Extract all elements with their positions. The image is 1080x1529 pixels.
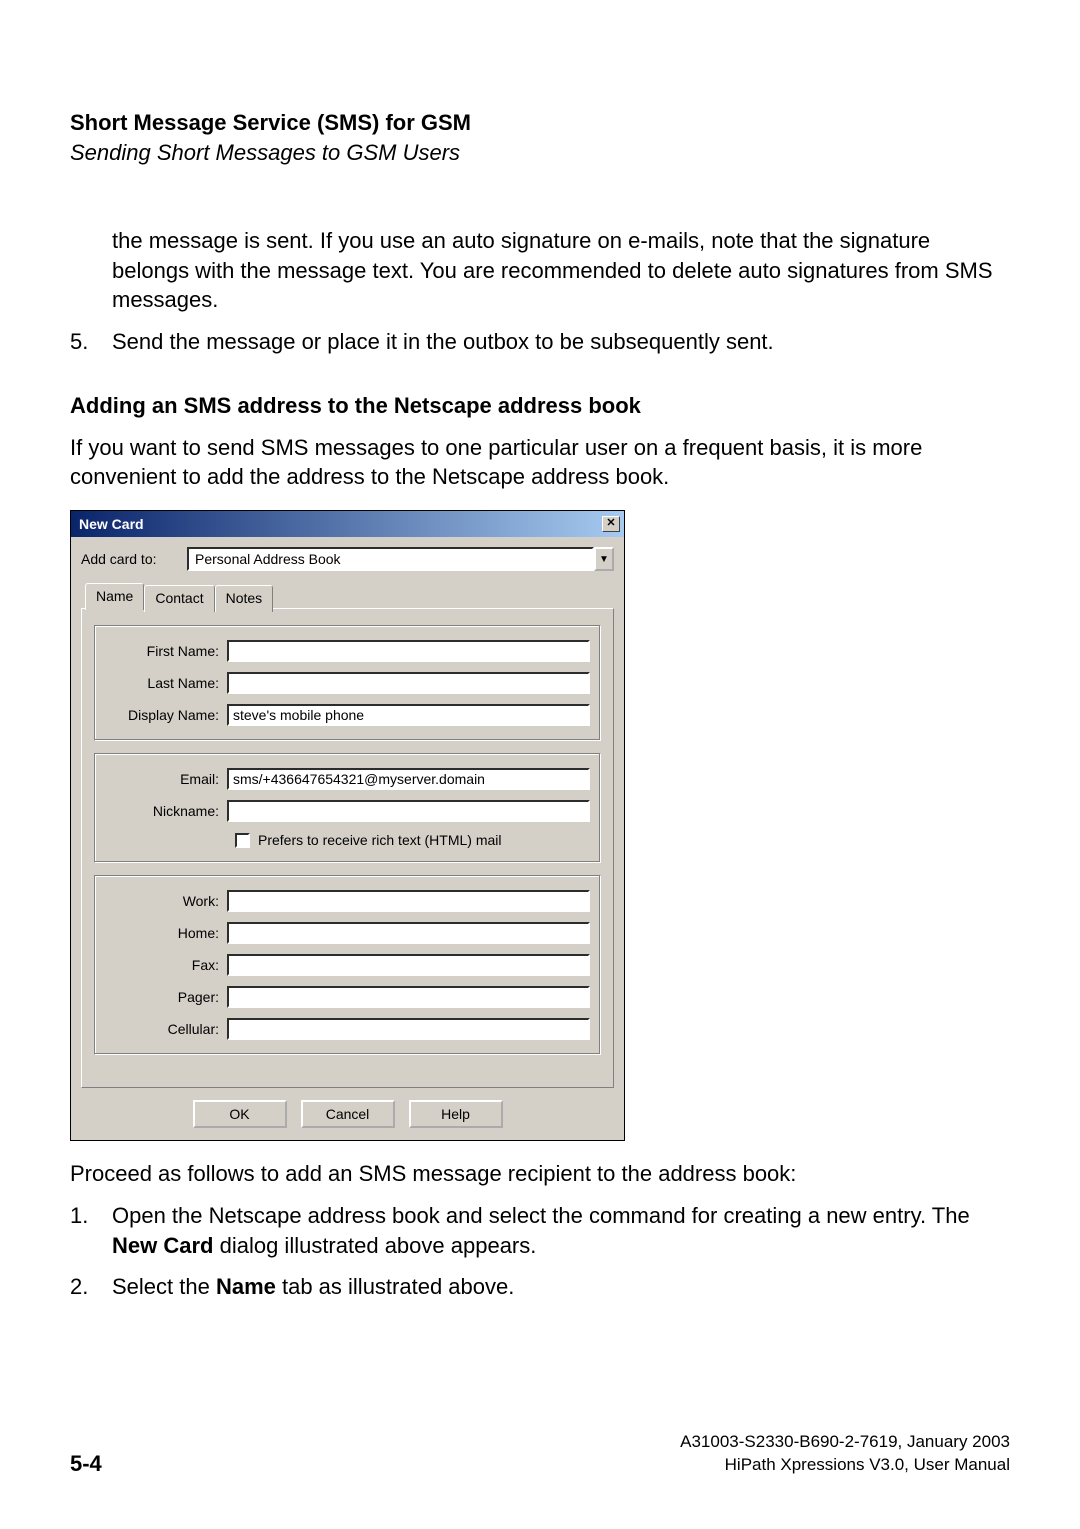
doc-section-title: Short Message Service (SMS) for GSM (70, 110, 1010, 136)
footer-meta: A31003-S2330-B690-2-7619, January 2003 H… (680, 1431, 1010, 1477)
fax-input[interactable] (227, 954, 590, 976)
ok-button[interactable]: OK (193, 1100, 287, 1128)
chevron-down-icon: ▼ (599, 554, 609, 565)
dialog-title: New Card (79, 516, 144, 532)
step-2-c: tab as illustrated above. (276, 1274, 514, 1299)
cellular-label: Cellular: (105, 1021, 227, 1037)
home-label: Home: (105, 925, 227, 941)
step-1-text: Open the Netscape address book and selec… (112, 1201, 1010, 1260)
step-1-c: dialog illustrated above appears. (213, 1233, 536, 1258)
proceed-text: Proceed as follows to add an SMS message… (70, 1159, 1010, 1189)
new-card-dialog: New Card ✕ Add card to: Personal Address… (70, 510, 625, 1141)
pager-label: Pager: (105, 989, 227, 1005)
add-card-to-label: Add card to: (81, 551, 187, 567)
intro-paragraph: the message is sent. If you use an auto … (112, 226, 1010, 315)
page-number: 5-4 (70, 1451, 102, 1477)
step-number-5: 5. (70, 327, 112, 357)
step-1-a: Open the Netscape address book and selec… (112, 1203, 970, 1228)
add-card-to-value: Personal Address Book (187, 547, 594, 571)
step-1-bold: New Card (112, 1233, 213, 1258)
display-name-label: Display Name: (105, 707, 227, 723)
fax-label: Fax: (105, 957, 227, 973)
home-input[interactable] (227, 922, 590, 944)
first-name-label: First Name: (105, 643, 227, 659)
display-name-input[interactable]: steve's mobile phone (227, 704, 590, 726)
step-2-text: Select the Name tab as illustrated above… (112, 1272, 1010, 1302)
pager-input[interactable] (227, 986, 590, 1008)
first-name-input[interactable] (227, 640, 590, 662)
close-icon: ✕ (606, 517, 615, 529)
email-input[interactable]: sms/+436647654321@myserver.domain (227, 768, 590, 790)
phones-fieldset: Work: Home: Fax: Pager: (94, 875, 601, 1055)
nickname-label: Nickname: (105, 803, 227, 819)
last-name-input[interactable] (227, 672, 590, 694)
cellular-input[interactable] (227, 1018, 590, 1040)
step-2-a: Select the (112, 1274, 216, 1299)
help-button[interactable]: Help (409, 1100, 503, 1128)
step-number-1: 1. (70, 1201, 112, 1260)
prefers-html-checkbox[interactable] (235, 833, 250, 848)
work-label: Work: (105, 893, 227, 909)
nickname-input[interactable] (227, 800, 590, 822)
footer-line2: HiPath Xpressions V3.0, User Manual (680, 1454, 1010, 1477)
dialog-titlebar: New Card ✕ (71, 511, 624, 537)
section-heading: Adding an SMS address to the Netscape ad… (70, 393, 1010, 419)
doc-section-subtitle: Sending Short Messages to GSM Users (70, 140, 1010, 166)
tab-panel-name: First Name: Last Name: Display Name: ste… (81, 608, 614, 1088)
tab-contact[interactable]: Contact (144, 585, 214, 612)
tab-notes[interactable]: Notes (215, 585, 274, 612)
tab-name[interactable]: Name (85, 583, 144, 610)
add-card-to-combo[interactable]: Personal Address Book ▼ (187, 547, 614, 571)
step-2-bold: Name (216, 1274, 276, 1299)
combo-dropdown-button[interactable]: ▼ (594, 547, 614, 571)
footer-line1: A31003-S2330-B690-2-7619, January 2003 (680, 1431, 1010, 1454)
cancel-button[interactable]: Cancel (301, 1100, 395, 1128)
email-fieldset: Email: sms/+436647654321@myserver.domain… (94, 753, 601, 863)
close-button[interactable]: ✕ (602, 516, 620, 532)
last-name-label: Last Name: (105, 675, 227, 691)
prefers-html-label: Prefers to receive rich text (HTML) mail (258, 832, 502, 848)
step-number-2: 2. (70, 1272, 112, 1302)
section-paragraph: If you want to send SMS messages to one … (70, 433, 1010, 492)
work-input[interactable] (227, 890, 590, 912)
step-5-text: Send the message or place it in the outb… (112, 327, 1010, 357)
name-fieldset: First Name: Last Name: Display Name: ste… (94, 625, 601, 741)
email-label: Email: (105, 771, 227, 787)
